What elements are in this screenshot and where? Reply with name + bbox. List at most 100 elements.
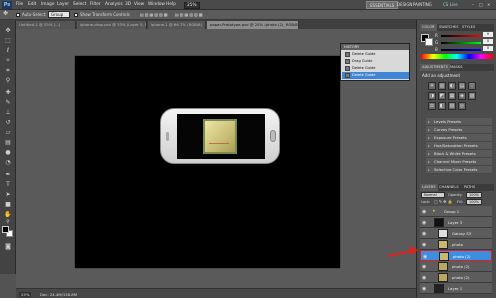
preset-levels[interactable]: Levels Presets [426, 118, 492, 126]
document-canvas[interactable] [75, 56, 340, 268]
eyedropper-icon[interactable]: ⚲ [3, 76, 13, 85]
blend-mode-dropdown[interactable]: Normal [421, 192, 445, 198]
black-white-icon[interactable]: ▦ [448, 92, 456, 100]
visibility-eye-icon[interactable]: ◉ [422, 275, 426, 281]
fill-field[interactable]: 100% [466, 199, 482, 205]
channel-mixer-icon[interactable]: ▨ [468, 92, 476, 100]
healing-brush-icon[interactable]: ✚ [3, 88, 13, 97]
foreground-color-swatch[interactable] [2, 226, 9, 233]
invert-icon[interactable]: ⚖ [428, 102, 436, 110]
workspace-essentials-button[interactable]: ESSENTIALS [366, 1, 399, 9]
menu-layer[interactable]: Layer [57, 2, 69, 7]
phone-mockup[interactable] [160, 108, 280, 164]
menu-image[interactable]: Image [41, 2, 54, 7]
shape-icon[interactable]: ■ [3, 200, 13, 209]
tab-layers[interactable]: LAYERS [420, 184, 438, 191]
visibility-eye-icon[interactable]: ◉ [422, 286, 426, 292]
brush-icon[interactable]: ✎ [3, 98, 13, 107]
tab-styles[interactable]: STYLES [460, 24, 477, 31]
menu-window[interactable]: Window [148, 2, 165, 7]
selective-color-icon[interactable]: ◎ [458, 102, 466, 110]
clone-stamp-icon[interactable]: ⊥ [3, 108, 13, 117]
crop-icon[interactable]: ⌗ [3, 66, 13, 75]
color-bg-swatch[interactable] [425, 38, 433, 46]
path-select-icon[interactable]: ➤ [3, 190, 13, 199]
eraser-icon[interactable]: ▱ [3, 128, 13, 137]
type-icon[interactable]: T [3, 180, 13, 189]
align-buttons-icon[interactable]: ▤▥▦▧▨▩ [140, 12, 169, 17]
menu-file[interactable]: File [16, 2, 23, 7]
menu-view[interactable]: View [134, 2, 144, 7]
visibility-eye-icon[interactable]: ◉ [422, 242, 426, 248]
color-ramp[interactable] [421, 54, 493, 59]
menu-analysis[interactable]: Analysis [105, 2, 123, 7]
history-row[interactable]: Drag Guide [342, 58, 409, 65]
channel-g-value[interactable]: 0 [483, 39, 493, 44]
layer-row[interactable]: ◉ photo (2) [420, 261, 492, 272]
move-tool-preset-icon[interactable]: ✥ [3, 10, 8, 17]
auto-select-checkbox[interactable] [16, 12, 21, 17]
history-row[interactable]: Delete Guide [342, 65, 409, 72]
levels-icon[interactable]: ▥ [438, 82, 446, 90]
menu-select[interactable]: Select [73, 2, 86, 7]
doc-tab[interactable]: iphone-1 @ 66.7% (RGB/8) [148, 21, 206, 29]
layer-row[interactable]: ◉ Layer 1 [420, 283, 492, 294]
vibrance-icon[interactable]: ▽ [468, 82, 476, 90]
curves-icon[interactable]: ◐ [448, 82, 456, 90]
layer-row[interactable]: ◉ Group 1 ▸ [420, 206, 492, 217]
color-balance-icon[interactable]: ◩ [438, 92, 446, 100]
minimize-icon[interactable]: – [472, 1, 474, 9]
layer-row-selected[interactable]: ◉ photo (2) [420, 250, 492, 261]
visibility-eye-icon[interactable]: ◉ [423, 254, 427, 260]
doc-tab[interactable]: Untitled-1 @ 25% (...) [16, 21, 76, 29]
visibility-eye-icon[interactable]: ◉ [422, 231, 426, 237]
preset-exposure[interactable]: Exposure Presets [426, 134, 492, 142]
doc-tab-active[interactable]: paper-Prototype.psd @ 25% (photo (2), RG… [207, 21, 299, 29]
tab-adjustments[interactable]: ADJUSTMENTS [420, 64, 450, 71]
menu-help[interactable]: Help [166, 2, 176, 7]
quick-mask-icon[interactable]: ◙ [3, 242, 13, 251]
maximize-icon[interactable]: □ [479, 1, 483, 9]
exposure-icon[interactable]: ▤ [458, 82, 466, 90]
lock-icons[interactable]: ▢✎✥🔒 [434, 199, 453, 204]
history-brush-icon[interactable]: ↺ [3, 118, 13, 127]
posterize-icon[interactable]: ◧ [438, 102, 446, 110]
brightness-contrast-icon[interactable]: ☀ [428, 82, 436, 90]
visibility-eye-icon[interactable]: ◉ [422, 220, 426, 226]
magic-wand-icon[interactable]: ✧ [3, 56, 13, 65]
preset-black-white[interactable]: Black & White Presets [426, 150, 492, 158]
tab-masks[interactable]: MASKS [448, 64, 464, 71]
menu-3d[interactable]: 3D [125, 2, 131, 7]
threshold-icon[interactable]: ▧ [448, 102, 456, 110]
visibility-eye-icon[interactable]: ◉ [422, 209, 426, 215]
channel-r-slider[interactable] [441, 35, 481, 37]
workspace-design-button[interactable]: DESIGN [397, 1, 412, 9]
dodge-icon[interactable]: ◔ [3, 158, 13, 167]
cs-live-button[interactable]: CS Live [443, 1, 458, 9]
zoom-level-menu[interactable]: 25% [184, 2, 200, 9]
preset-selective-color[interactable]: Selective Color Presets [426, 166, 492, 174]
layer-row[interactable]: ◉ Layer 3 [420, 217, 492, 228]
marquee-icon[interactable]: ⬚ [3, 36, 13, 45]
preset-curves[interactable]: Curves Presets [426, 126, 492, 134]
show-transform-checkbox[interactable] [74, 12, 79, 17]
layer-row[interactable]: ◉ photo (2) [420, 272, 492, 283]
blur-icon[interactable]: ● [3, 148, 13, 157]
layer-row[interactable]: ◉ photo [420, 239, 492, 250]
preset-hue-saturation[interactable]: Hue/Saturation Presets [426, 142, 492, 150]
workspace-painting-button[interactable]: PAINTING [413, 1, 432, 9]
menu-edit[interactable]: Edit [28, 2, 36, 7]
tab-channels[interactable]: CHANNELS [437, 184, 461, 191]
channel-r-value[interactable]: 0 [483, 32, 493, 37]
move-icon[interactable]: ✥ [3, 26, 13, 35]
close-icon[interactable]: ✕ [487, 1, 490, 9]
channel-b-slider[interactable] [441, 49, 481, 51]
photo-filter-icon[interactable]: ◈ [458, 92, 466, 100]
status-zoom[interactable]: 25% [19, 292, 32, 297]
distribute-buttons-icon[interactable]: ▤▥▦▧▨▩ [175, 12, 204, 17]
gradient-icon[interactable]: ▤ [3, 138, 13, 147]
history-row[interactable]: Delete Guide [342, 51, 409, 58]
opacity-field[interactable]: 100% [466, 192, 482, 198]
hue-saturation-icon[interactable]: ◑ [428, 92, 436, 100]
history-row-active[interactable]: Delete Guide [342, 72, 409, 79]
